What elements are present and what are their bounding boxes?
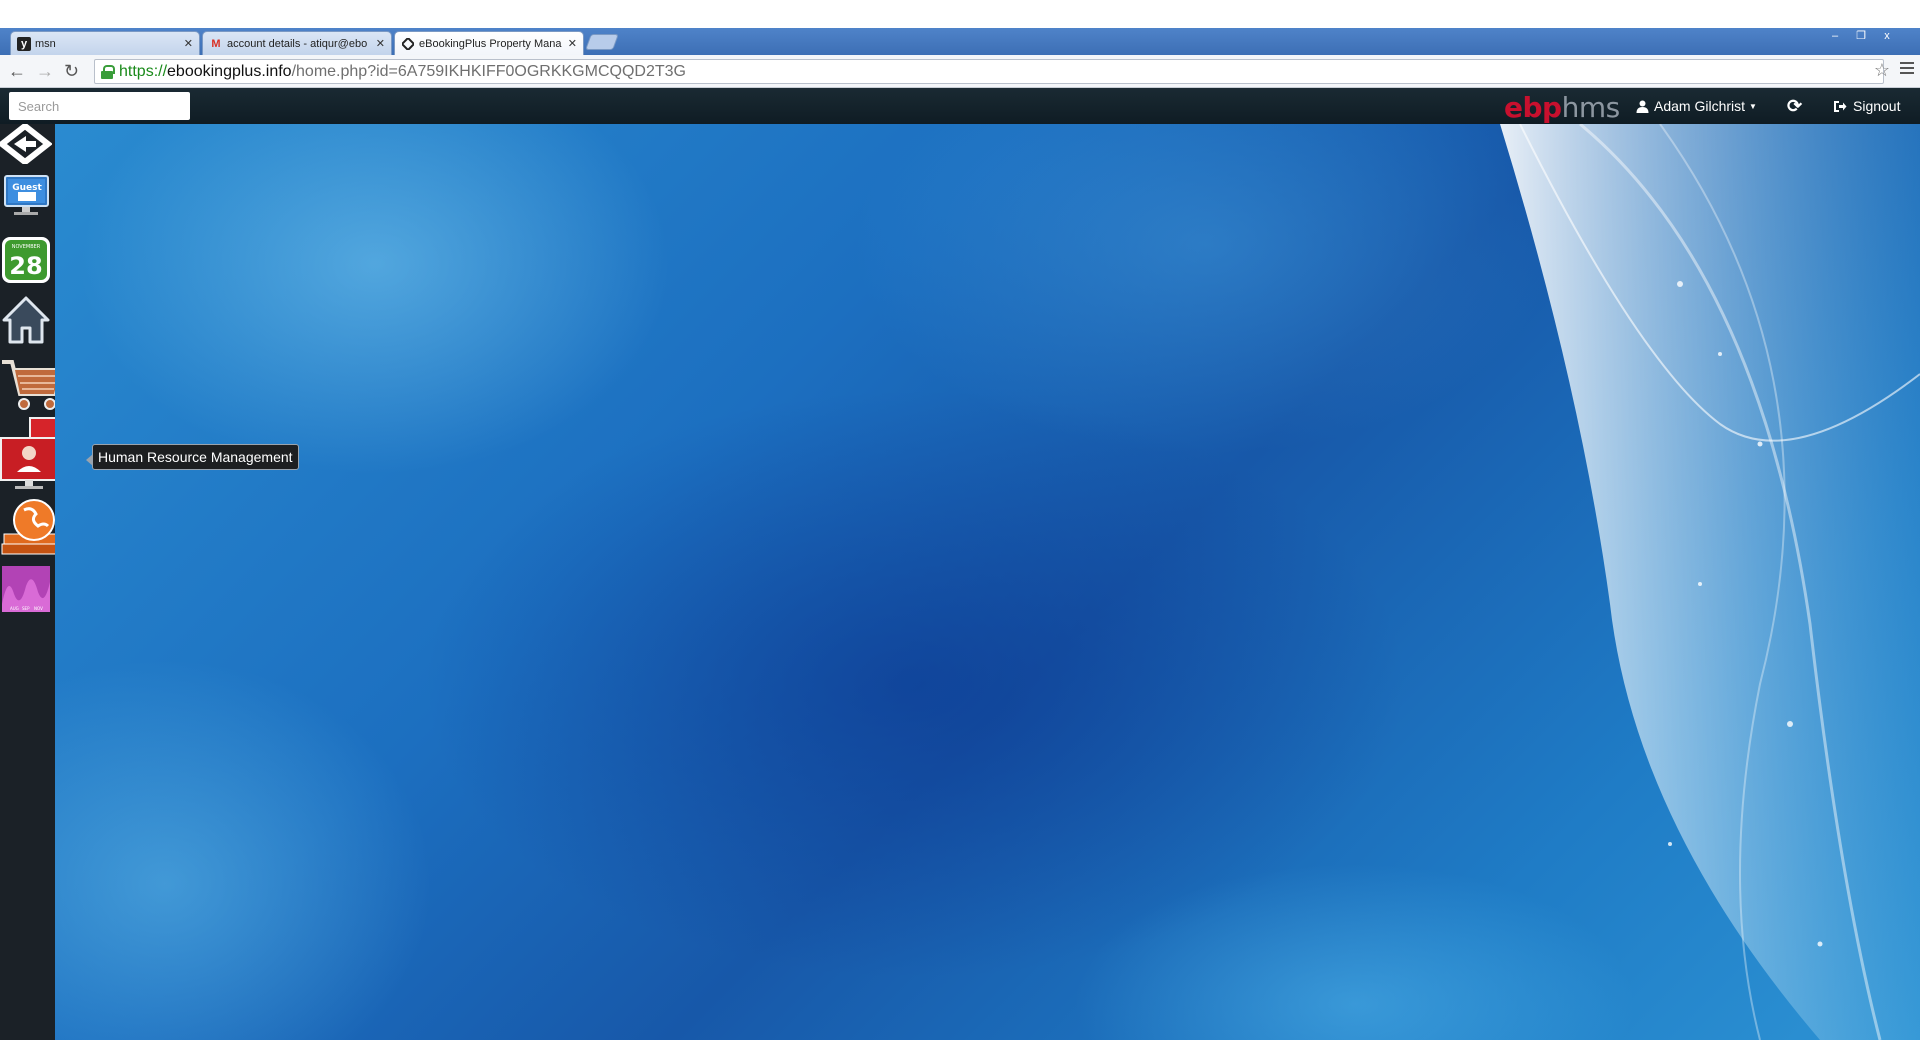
url-path: /home.php?id=6A759IKHKIFF0OGRKKGMCQQD2T3… — [291, 62, 686, 80]
user-icon — [1636, 100, 1649, 113]
chart-label-aug: AUG — [10, 606, 19, 611]
calendar-month: NOVEMBER — [12, 244, 41, 250]
msn-favicon-icon: y — [17, 36, 31, 51]
chrome-menu-icon[interactable] — [1900, 62, 1914, 77]
shopping-cart-icon[interactable] — [0, 356, 63, 412]
url-scheme: https:// — [119, 62, 168, 80]
chart-label-nov: NOV — [34, 606, 43, 611]
window-controls: – ❐ x — [1822, 28, 1900, 46]
decorative-swirl — [1500, 124, 1920, 1040]
hr-monitors-icon[interactable] — [0, 416, 81, 496]
app-header: ebphms Adam Gilchrist ▼ ⟳ Signout — [0, 88, 1920, 124]
signout-button[interactable]: Signout — [1833, 98, 1900, 114]
desktop-background — [55, 124, 1920, 1040]
guest-text: Guest — [12, 183, 42, 193]
signout-label: Signout — [1853, 98, 1901, 114]
refresh-icon[interactable]: ⟳ — [1787, 96, 1802, 117]
minimize-button[interactable]: – — [1822, 28, 1848, 46]
back-arrow-icon[interactable]: ← — [8, 61, 26, 82]
close-tab-icon[interactable]: ✕ — [184, 37, 193, 50]
chevron-down-icon: ▼ — [1749, 101, 1757, 111]
brand-ebp: ebp — [1504, 91, 1562, 124]
url-host: ebookingplus.info — [167, 62, 292, 80]
tab-ebookingplus[interactable]: eBookingPlus Property Mana ✕ — [394, 31, 584, 55]
new-tab-button[interactable] — [585, 34, 619, 50]
calendar-icon[interactable]: NOVEMBER 28 — [0, 234, 55, 286]
tab-label: account details - atiqur@ebo — [227, 37, 368, 50]
tab-msn[interactable]: y msn ✕ — [10, 31, 200, 55]
guest-monitor-icon[interactable]: Guest — [0, 174, 55, 222]
chart-label-sep: SEP — [22, 606, 30, 611]
app-sidebar: Guest NOVEMBER 28 AUG SEP NOV — [0, 122, 81, 1040]
ebp-logo-icon[interactable] — [0, 122, 55, 166]
signout-icon — [1834, 100, 1847, 112]
forward-arrow-icon[interactable]: → — [36, 61, 54, 82]
calendar-day: 28 — [9, 252, 42, 280]
hr-tooltip: Human Resource Management — [86, 444, 299, 470]
tab-label: eBookingPlus Property Mana — [419, 37, 562, 50]
pink-wave-chart-icon[interactable]: AUG SEP NOV — [0, 564, 55, 616]
restore-button[interactable]: ❐ — [1848, 28, 1874, 46]
close-tab-icon[interactable]: ✕ — [376, 37, 385, 50]
user-menu[interactable]: Adam Gilchrist ▼ — [1636, 98, 1757, 114]
brand-logo: ebphms — [1504, 91, 1620, 124]
bookmark-star-icon[interactable]: ☆ — [1874, 60, 1890, 81]
tab-label: msn — [35, 37, 56, 50]
close-window-button[interactable]: x — [1874, 28, 1900, 46]
reload-icon[interactable]: ↻ — [64, 61, 79, 82]
globe-books-icon[interactable] — [0, 496, 65, 562]
brand-hms: hms — [1561, 91, 1621, 124]
address-bar[interactable]: https://ebookingplus.info/home.php?id=6A… — [94, 59, 1884, 84]
close-tab-icon[interactable]: ✕ — [568, 37, 577, 50]
browser-toolbar: ← → ↻ https://ebookingplus.info/home.php… — [0, 55, 1920, 88]
user-name: Adam Gilchrist — [1654, 98, 1746, 114]
search-input[interactable] — [9, 92, 190, 120]
house-icon[interactable] — [0, 294, 55, 346]
tab-gmail[interactable]: M account details - atiqur@ebo ✕ — [202, 31, 392, 55]
lock-icon — [101, 64, 115, 79]
browser-tabstrip: y msn ✕ M account details - atiqur@ebo ✕… — [0, 28, 1920, 55]
ebp-favicon-icon — [401, 37, 415, 51]
gmail-favicon-icon: M — [211, 37, 221, 50]
